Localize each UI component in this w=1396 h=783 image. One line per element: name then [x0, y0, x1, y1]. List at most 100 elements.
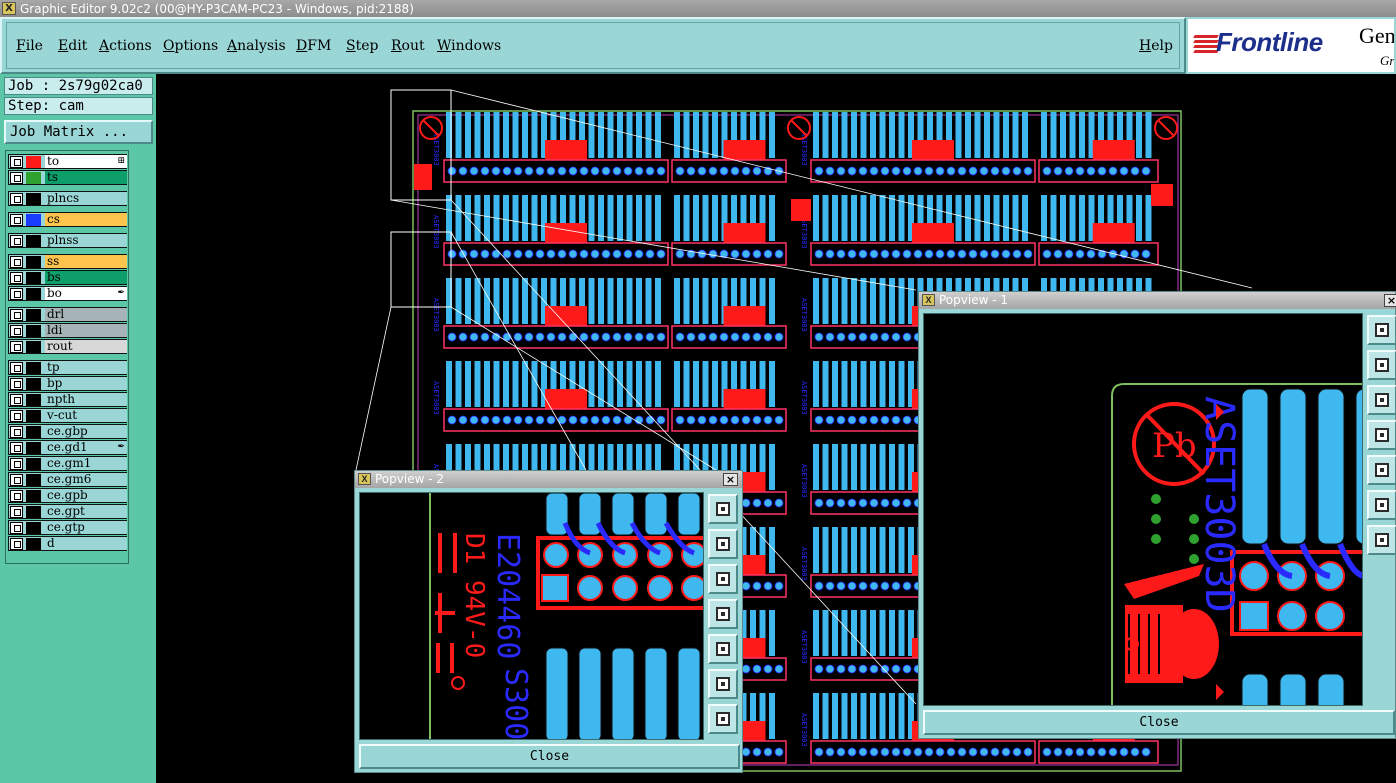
layer-label[interactable]: npth	[45, 393, 127, 406]
zoom-out-button[interactable]	[708, 669, 738, 699]
layer-checkbox[interactable]	[10, 172, 23, 184]
layer-label[interactable]: ce.gd1 ✒	[45, 441, 127, 454]
layer-checkbox[interactable]	[10, 256, 23, 268]
pan-up-button[interactable]	[708, 529, 738, 559]
layer-checkbox[interactable]	[10, 490, 23, 502]
layer-color-swatch[interactable]	[26, 458, 41, 470]
layer-label[interactable]: bp	[45, 377, 127, 390]
layer-label[interactable]: bo ✒	[45, 287, 127, 300]
layer-row-ce.gm6[interactable]: ce.gm6	[8, 472, 127, 487]
layer-row-bp[interactable]: bp	[8, 376, 127, 391]
layer-row-ce.gpb[interactable]: ce.gpb	[8, 488, 127, 503]
layer-checkbox[interactable]	[10, 410, 23, 422]
layer-color-swatch[interactable]	[26, 272, 41, 284]
layer-color-swatch[interactable]	[26, 214, 41, 226]
menu-analysis[interactable]: Analysis	[227, 38, 286, 54]
pan-down-button[interactable]	[708, 564, 738, 594]
layer-color-swatch[interactable]	[26, 522, 41, 534]
layer-row-plncs[interactable]: plncs	[8, 191, 127, 206]
layer-row-to[interactable]: to ⊞	[8, 154, 127, 169]
layer-label[interactable]: tp	[45, 361, 127, 374]
layer-color-swatch[interactable]	[26, 394, 41, 406]
layer-checkbox[interactable]	[10, 458, 23, 470]
popview-2-close-button[interactable]: Close	[359, 744, 740, 769]
layer-color-swatch[interactable]	[26, 538, 41, 550]
layer-row-plnss[interactable]: plnss	[8, 233, 127, 248]
layer-checkbox[interactable]	[10, 394, 23, 406]
zoom-in-button[interactable]	[1367, 525, 1396, 555]
layer-label[interactable]: ce.gpt	[45, 505, 127, 518]
layer-color-swatch[interactable]	[26, 288, 41, 300]
layer-color-swatch[interactable]	[26, 474, 41, 486]
pan-right-button[interactable]	[708, 634, 738, 664]
layer-row-tp[interactable]: tp	[8, 360, 127, 375]
close-icon[interactable]: ×	[1384, 294, 1396, 307]
layer-label[interactable]: ce.gm1	[45, 457, 127, 470]
layer-row-npth[interactable]: npth	[8, 392, 127, 407]
layer-label[interactable]: rout	[45, 340, 127, 353]
layer-label[interactable]: to ⊞	[45, 155, 127, 168]
menu-help[interactable]: Help	[1139, 38, 1173, 54]
layer-checkbox[interactable]	[10, 378, 23, 390]
menu-step[interactable]: Step	[346, 38, 378, 54]
layer-color-swatch[interactable]	[26, 442, 41, 454]
layer-checkbox[interactable]	[10, 341, 23, 353]
job-matrix-button[interactable]: Job Matrix ...	[4, 120, 153, 144]
layer-label[interactable]: bs	[45, 271, 127, 284]
layer-label[interactable]: plncs	[45, 192, 127, 205]
layer-checkbox[interactable]	[10, 506, 23, 518]
layer-row-bo[interactable]: bo ✒	[8, 286, 127, 301]
layer-row-ts[interactable]: ts	[8, 170, 127, 185]
pan-left-button[interactable]	[1367, 420, 1396, 450]
layer-label[interactable]: ldi	[45, 324, 127, 337]
layer-label[interactable]: v-cut	[45, 409, 127, 422]
layer-row-ldi[interactable]: ldi	[8, 323, 127, 338]
pan-left-button[interactable]	[708, 599, 738, 629]
layer-row-bs[interactable]: bs	[8, 270, 127, 285]
layer-checkbox[interactable]	[10, 193, 23, 205]
zoom-fit-button[interactable]	[1367, 315, 1396, 345]
menu-windows[interactable]: Windows	[437, 38, 501, 54]
layer-label[interactable]: ce.gbp	[45, 425, 127, 438]
layer-color-swatch[interactable]	[26, 410, 41, 422]
layer-checkbox[interactable]	[10, 272, 23, 284]
popview-1-titlebar[interactable]: X Popview - 1	[919, 292, 1395, 309]
zoom-in-button[interactable]	[708, 704, 738, 734]
layer-color-swatch[interactable]	[26, 506, 41, 518]
popview-1-viewport[interactable]: Pb ASET3003D	[923, 313, 1363, 706]
layer-label[interactable]: ts	[45, 171, 127, 184]
layer-checkbox[interactable]	[10, 325, 23, 337]
popview-1-close-button[interactable]: Close	[923, 710, 1395, 735]
layer-color-swatch[interactable]	[26, 309, 41, 321]
layer-checkbox[interactable]	[10, 235, 23, 247]
layer-color-swatch[interactable]	[26, 490, 41, 502]
layer-row-ce.gtp[interactable]: ce.gtp	[8, 520, 127, 535]
layer-row-ce.gbp[interactable]: ce.gbp	[8, 424, 127, 439]
layer-row-ss[interactable]: ss	[8, 254, 127, 269]
popview-2-titlebar[interactable]: X Popview - 2	[355, 471, 742, 488]
layer-checkbox[interactable]	[10, 522, 23, 534]
layer-color-swatch[interactable]	[26, 235, 41, 247]
layer-label[interactable]: d	[45, 537, 127, 550]
layer-row-ce.gm1[interactable]: ce.gm1	[8, 456, 127, 471]
layer-checkbox[interactable]	[10, 474, 23, 486]
layer-row-cs[interactable]: cs	[8, 212, 127, 227]
layer-checkbox[interactable]	[10, 214, 23, 226]
layer-color-swatch[interactable]	[26, 378, 41, 390]
layer-color-swatch[interactable]	[26, 172, 41, 184]
layer-color-swatch[interactable]	[26, 341, 41, 353]
layer-checkbox[interactable]	[10, 156, 23, 168]
layer-label[interactable]: drl	[45, 308, 127, 321]
pan-down-button[interactable]	[1367, 385, 1396, 415]
layer-label[interactable]: ce.gtp	[45, 521, 127, 534]
layer-color-swatch[interactable]	[26, 156, 41, 168]
layer-color-swatch[interactable]	[26, 325, 41, 337]
layer-checkbox[interactable]	[10, 309, 23, 321]
layer-checkbox[interactable]	[10, 538, 23, 550]
menu-rout[interactable]: Rout	[391, 38, 425, 54]
layer-label[interactable]: cs	[45, 213, 127, 226]
layer-checkbox[interactable]	[10, 426, 23, 438]
layer-color-swatch[interactable]	[26, 193, 41, 205]
pan-up-button[interactable]	[1367, 350, 1396, 380]
layer-color-swatch[interactable]	[26, 362, 41, 374]
